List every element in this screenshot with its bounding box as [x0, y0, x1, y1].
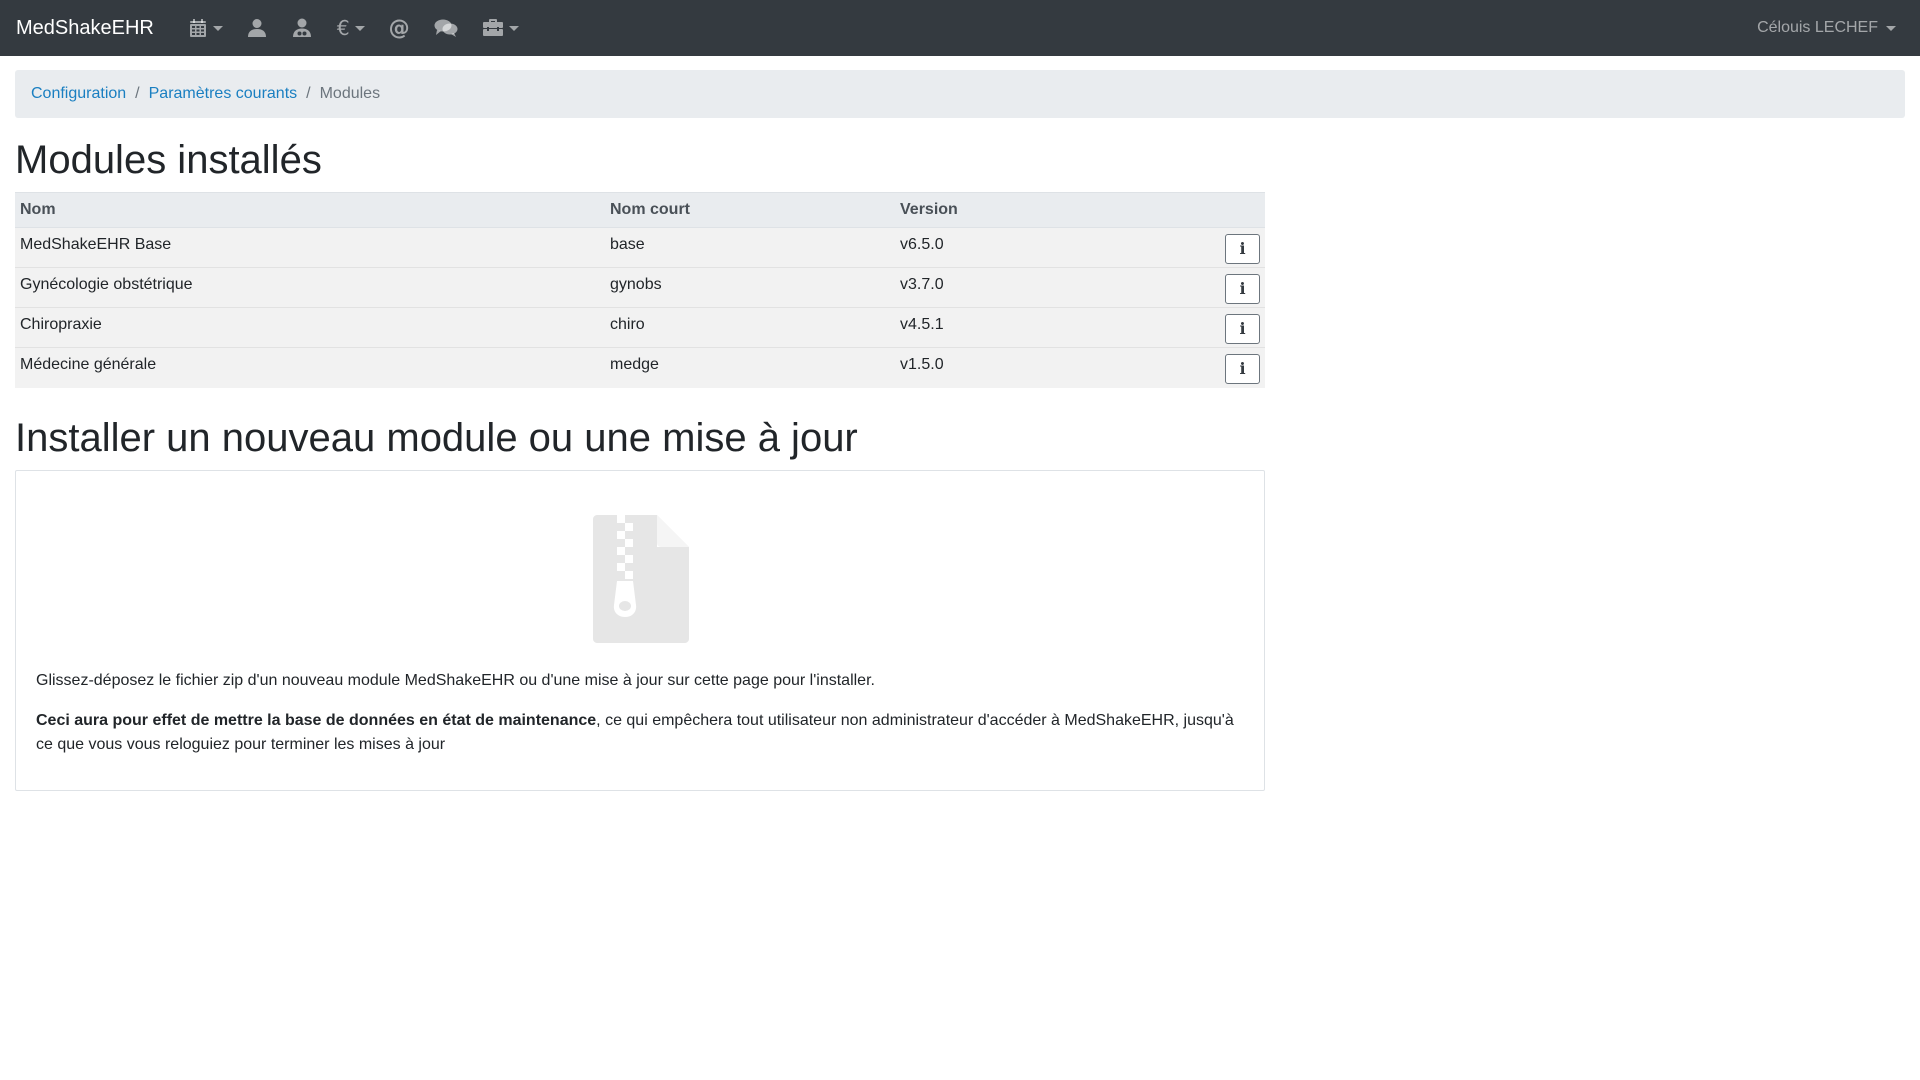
column-header-version: Version [895, 192, 1205, 228]
nav-pros[interactable] [279, 0, 325, 56]
nav-patients[interactable] [235, 0, 279, 56]
table-row: MedShakeEHR Base base v6.5.0 i [15, 227, 1265, 268]
module-name: MedShakeEHR Base [15, 227, 605, 268]
nav-tools-dropdown[interactable] [470, 0, 531, 56]
module-short-name: chiro [605, 307, 895, 348]
dropzone-text: Glissez-déposez le fichier zip d'un nouv… [36, 669, 1244, 773]
module-dropzone[interactable]: Glissez-déposez le fichier zip d'un nouv… [15, 469, 1265, 791]
module-version: v3.7.0 [895, 267, 1205, 308]
main-container: Configuration / Paramètres courants / Mo… [0, 70, 1920, 791]
breadcrumb-active: Modules [319, 85, 381, 102]
dropzone-warning: Ceci aura pour effet de mettre la base d… [36, 709, 1244, 757]
chevron-down-icon [212, 25, 223, 31]
column-header-nom-court: Nom court [605, 192, 895, 228]
info-button[interactable]: i [1225, 274, 1260, 304]
dropzone-instruction: Glissez-déposez le fichier zip d'un nouv… [36, 671, 875, 689]
table-header-row: Nom Nom court Version [15, 192, 1265, 228]
module-name: Gynécologie obstétrique [15, 267, 605, 308]
nav-mail[interactable]: @ [377, 0, 422, 56]
chevron-down-icon [508, 25, 519, 31]
module-version: v1.5.0 [895, 347, 1205, 388]
installed-modules-title: Modules installés [15, 138, 322, 182]
info-button[interactable]: i [1225, 354, 1260, 384]
comments-icon [434, 19, 458, 37]
column-header-nom: Nom [15, 192, 605, 228]
calendar-icon [189, 19, 206, 37]
module-short-name: medge [605, 347, 895, 388]
breadcrumb-parametres-courants[interactable]: Paramètres courants [149, 85, 298, 103]
user-menu-dropdown[interactable]: Célouis LECHEF [1757, 19, 1904, 37]
install-module-title: Installer un nouveau module ou une mise … [15, 415, 858, 460]
nav-chat[interactable] [422, 0, 470, 56]
user-icon [247, 19, 266, 37]
user-search-icon [292, 18, 311, 37]
breadcrumb: Configuration / Paramètres courants / Mo… [15, 70, 1905, 118]
info-button[interactable]: i [1225, 234, 1260, 264]
module-version: v4.5.1 [895, 307, 1205, 348]
toolbox-icon [482, 19, 503, 36]
info-button[interactable]: i [1225, 314, 1260, 344]
at-icon: @ [388, 15, 410, 40]
nav-icons: € @ [176, 0, 531, 56]
nav-compta-dropdown[interactable]: € [325, 0, 377, 56]
module-short-name: gynobs [605, 267, 895, 308]
user-name: Célouis LECHEF [1757, 19, 1878, 36]
table-row: Gynécologie obstétrique gynobs v3.7.0 i [15, 267, 1265, 308]
breadcrumb-configuration[interactable]: Configuration [31, 85, 126, 103]
chevron-down-icon [354, 25, 365, 31]
euro-icon: € [336, 16, 350, 40]
dropzone-warning-bold: Ceci aura pour effet de mettre la base d… [36, 711, 597, 729]
table-row: Chiropraxie chiro v4.5.1 i [15, 307, 1265, 348]
module-name: Médecine générale [15, 347, 605, 388]
module-version: v6.5.0 [895, 227, 1205, 268]
table-row: Médecine générale medge v1.5.0 i [15, 347, 1265, 388]
chevron-down-icon [1886, 25, 1896, 31]
top-navbar: MedShakeEHR € @ Célouis LECHEF [0, 0, 1920, 56]
breadcrumb-separator: / [135, 85, 140, 102]
modules-table: Nom Nom court Version MedShakeEHR Base b… [15, 192, 1265, 388]
brand-link[interactable]: MedShakeEHR [16, 17, 154, 40]
nav-agenda-dropdown[interactable] [176, 0, 235, 56]
breadcrumb-separator: / [306, 85, 311, 102]
file-zip-icon [593, 514, 689, 643]
module-name: Chiropraxie [15, 307, 605, 348]
column-header-actions [1205, 192, 1265, 228]
module-short-name: base [605, 227, 895, 268]
